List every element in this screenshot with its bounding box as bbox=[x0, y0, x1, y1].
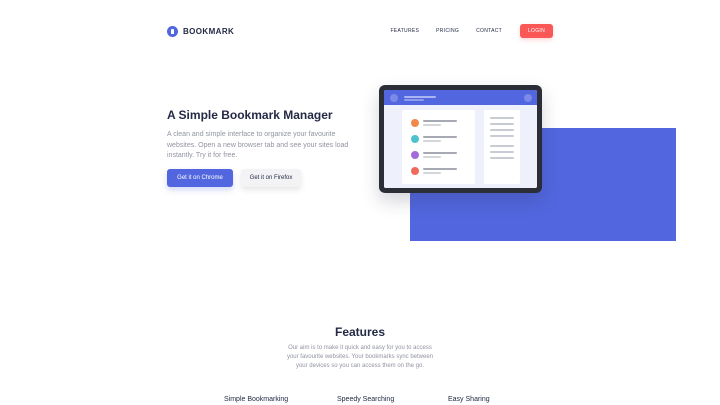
list-line bbox=[423, 136, 457, 138]
brand[interactable]: BOOKMARK bbox=[167, 25, 235, 37]
screen-bookmark-list bbox=[402, 110, 475, 184]
sidebar-line bbox=[490, 117, 514, 119]
screen-sidebar bbox=[484, 110, 520, 184]
login-button[interactable]: LOGIN bbox=[520, 24, 553, 38]
get-firefox-button[interactable]: Get it on Firefox bbox=[241, 169, 301, 187]
screen-body bbox=[384, 105, 537, 188]
tab-simple-bookmarking[interactable]: Simple Bookmarking bbox=[224, 396, 288, 403]
sidebar-line bbox=[490, 157, 514, 159]
nav-menu: FEATURES PRICING CONTACT LOGIN bbox=[390, 24, 553, 38]
list-line bbox=[423, 124, 441, 126]
screen-header-line bbox=[404, 96, 436, 98]
nav-link-contact[interactable]: CONTACT bbox=[476, 28, 502, 34]
brand-name: BOOKMARK bbox=[183, 26, 235, 36]
hero-title: A Simple Bookmark Manager bbox=[167, 108, 333, 122]
tablet-screen bbox=[384, 90, 537, 188]
list-line bbox=[423, 168, 457, 170]
features-title: Features bbox=[334, 325, 386, 339]
screen-header bbox=[384, 90, 537, 105]
features-description: Our aim is to make it quick and easy for… bbox=[286, 345, 434, 369]
nav-link-features[interactable]: FEATURES bbox=[390, 28, 419, 34]
sidebar-line bbox=[490, 145, 514, 147]
list-line bbox=[423, 120, 457, 122]
red-dot-icon bbox=[411, 167, 419, 175]
sidebar-line bbox=[490, 151, 514, 153]
list-line bbox=[423, 156, 441, 158]
top-nav: BOOKMARK FEATURES PRICING CONTACT LOGIN bbox=[167, 24, 553, 38]
screen-avatar-icon bbox=[390, 94, 398, 102]
sidebar-line bbox=[490, 135, 514, 137]
bookmark-logo-icon bbox=[167, 25, 178, 37]
screen-header-line bbox=[404, 99, 424, 101]
list-line bbox=[423, 152, 457, 154]
nav-link-pricing[interactable]: PRICING bbox=[436, 28, 459, 34]
orange-dot-icon bbox=[411, 119, 419, 127]
tablet-illustration bbox=[379, 85, 542, 193]
teal-dot-icon bbox=[411, 135, 419, 143]
sidebar-line bbox=[490, 123, 514, 125]
list-line bbox=[423, 172, 441, 174]
tab-easy-sharing[interactable]: Easy Sharing bbox=[448, 396, 490, 403]
hero-description: A clean and simple interface to organize… bbox=[167, 131, 349, 159]
screen-menu-icon bbox=[524, 94, 532, 102]
sidebar-line bbox=[490, 129, 514, 131]
list-line bbox=[423, 140, 441, 142]
get-chrome-button[interactable]: Get it on Chrome bbox=[167, 169, 233, 187]
purple-dot-icon bbox=[411, 151, 419, 159]
tab-speedy-searching[interactable]: Speedy Searching bbox=[337, 396, 394, 403]
